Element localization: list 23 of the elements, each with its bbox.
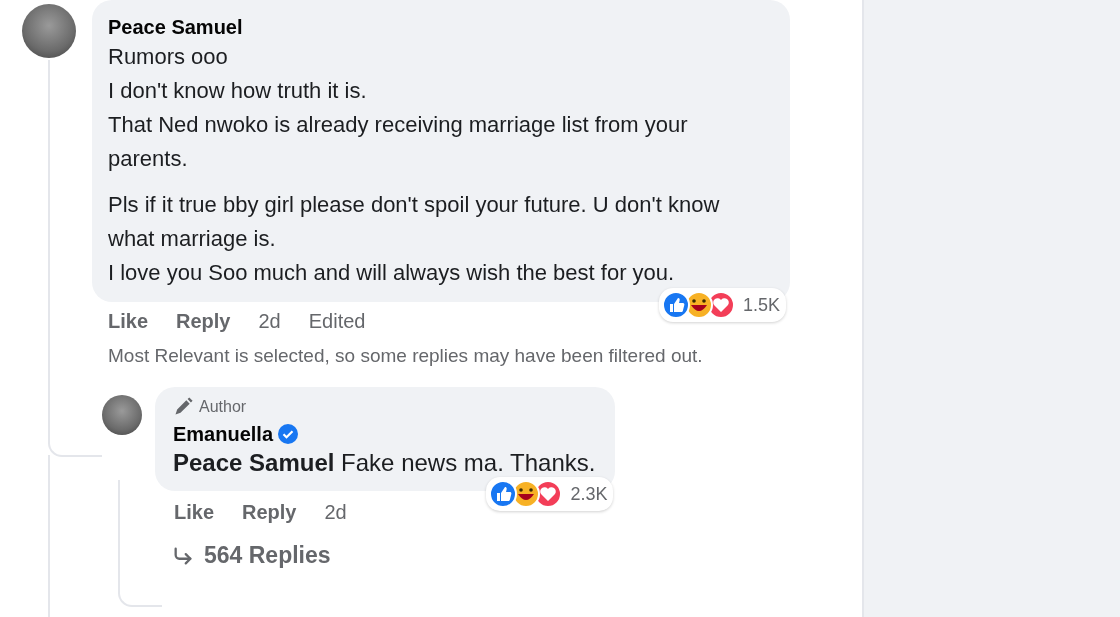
filter-note: Most Relevant is selected, so some replies may have been filtered out.: [107, 345, 704, 367]
reply-action-link[interactable]: Like: [174, 501, 215, 524]
reactions-summary[interactable]: 1.5K: [658, 288, 786, 322]
comment-text: Pls if it true bby girl please don't spoil your future. U don't know what marriage is.: [108, 191, 721, 253]
reply-author[interactable]: Emanuella: [173, 421, 274, 447]
author-label: Author: [199, 398, 247, 416]
comment-meta: 2d: [324, 501, 347, 524]
avatar[interactable]: [102, 395, 142, 435]
comment-action-link[interactable]: Like: [108, 310, 149, 333]
comment-text: I don't know how truth it is.: [108, 77, 368, 105]
comment-action-link[interactable]: Reply: [176, 310, 231, 333]
comment-text: That Ned nwoko is already receiving marriage list from your parents.: [108, 111, 689, 173]
reactions-summary[interactable]: 2.3K: [486, 477, 614, 511]
pencil-icon: [173, 397, 193, 417]
avatar[interactable]: [22, 4, 76, 58]
view-replies-link[interactable]: 564 Replies: [172, 542, 862, 569]
reply-text: Peace Samuel Fake news ma. Thanks.: [173, 448, 596, 478]
comment-text: Rumors ooo: [108, 43, 229, 71]
comment-text: I love you Soo much and will always wish the best for you.: [108, 259, 676, 287]
comment-author[interactable]: Peace Samuel: [108, 14, 243, 40]
comment-meta: 2d: [258, 310, 281, 333]
reply-action-link[interactable]: Reply: [242, 501, 297, 524]
comment-meta: Edited: [308, 310, 366, 333]
